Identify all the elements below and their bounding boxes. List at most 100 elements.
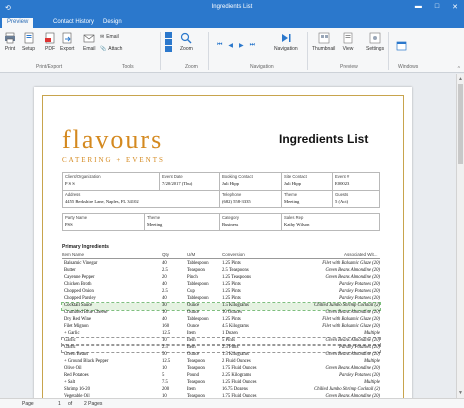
tab-preview[interactable]: Preview (2, 18, 34, 28)
theme-label: Theme (284, 192, 298, 197)
minimize-button[interactable]: ▬ (415, 3, 422, 11)
setup-button[interactable]: Setup (22, 32, 35, 52)
table-row[interactable]: + Salt 7.5 Teaspoon 1.25 Fluid Ounces Multip… (62, 380, 380, 387)
table-row[interactable]: Crumbled Blue Cheese 10 Ounce 10 Ounces Gree… (62, 310, 380, 317)
zoom-button[interactable]: Zoom (180, 32, 193, 52)
theme-value: Meeting (284, 199, 300, 204)
prev-page-icon[interactable]: ◀ (228, 42, 233, 49)
vertical-scrollbar[interactable]: ▲ ▼ (456, 74, 464, 398)
table-row[interactable]: Chicken Broth 40 Tablespoon 1.25 Pints Parsl… (62, 282, 380, 289)
cell-associated: Multiple (364, 331, 380, 336)
next-page-icon[interactable]: ▶ (239, 42, 244, 49)
group-label-preview: Preview (340, 64, 358, 70)
magnifier-icon (181, 32, 192, 44)
cell-item-name: Balsamic Vinegar (64, 261, 98, 266)
table-row[interactable]: + Ground Black Pepper 12.5 Teaspoon 2 Fluid… (62, 359, 380, 366)
maximize-button[interactable]: □ (435, 3, 439, 11)
cell-um: Teaspoon (187, 268, 205, 273)
cell-item-name: Green Beans (64, 352, 89, 357)
table-row[interactable]: Garlic 10 Item 5 Pints Green Beans Almondine… (61, 337, 381, 346)
cell-qty: 2.5 (162, 268, 168, 273)
last-page-icon[interactable]: ⏭ (250, 42, 255, 49)
zoom-fit-icon[interactable] (165, 46, 172, 52)
table-row[interactable]: Cayenne Pepper 20 Pinch 1.25 Teaspoons Green… (62, 275, 380, 282)
table-row[interactable]: Balsamic Vinegar 40 Tablespoon 1.25 Pints Fi… (62, 261, 380, 268)
windows-button[interactable] (396, 40, 408, 54)
party-name-label: Party Name (65, 215, 88, 220)
tab-contact-history[interactable]: Contact History (48, 18, 99, 28)
email-button[interactable]: Email (83, 32, 96, 52)
scroll-thumb[interactable] (458, 84, 463, 164)
table-row[interactable]: Filet Mignon 160 Ounce 4.5 Kilograms Filet w… (62, 324, 380, 331)
cell-item-name: Crumbled Blue Cheese (64, 310, 108, 315)
cell-conversion: 1.25 Pints (222, 282, 241, 287)
email-small-icon: ✉ (100, 34, 105, 40)
zoom-out-icon[interactable] (165, 39, 172, 45)
email-small-button[interactable]: ✉ Email (100, 34, 119, 40)
collapse-ribbon-icon[interactable]: ^ (458, 66, 460, 72)
thumbnail-button[interactable]: Thumbnail (312, 32, 335, 52)
cell-um: Ounce (187, 310, 200, 315)
cell-um: Pinch (187, 275, 198, 280)
cell-item-name: Shrimp 16-20 (64, 387, 90, 392)
settings-button[interactable]: Settings (366, 32, 384, 52)
pdf-button[interactable]: PDF (44, 32, 56, 52)
cell-um: Ounce (187, 324, 200, 329)
view-button[interactable]: View (342, 32, 354, 52)
print-button[interactable]: Print (4, 32, 16, 52)
close-button[interactable]: ✕ (452, 3, 458, 11)
table-row[interactable]: Green Beans 50 Ounce 1.5 Kilograms Green Bea… (62, 352, 380, 359)
scroll-up-icon[interactable]: ▲ (458, 76, 463, 82)
cell-associated: Green Beans Almondine (20) (325, 268, 380, 273)
event-number-value: E00023 (335, 181, 350, 186)
table-row[interactable]: Chopped Onion 2.5 Cup 1.25 Pints Parsley Pot… (62, 289, 380, 296)
group-label-navigation: Navigation (250, 64, 274, 70)
cell-associated: Filet with Balsamic Glaze (20) (322, 261, 380, 266)
table-row[interactable]: Dry Red Wine 40 Tablespoon 1.25 Pints Filet … (62, 317, 380, 324)
column-header-qty: Qty (162, 252, 170, 257)
report-viewer[interactable]: flavours CATERING + EVENTS Ingredients L… (0, 74, 456, 398)
nav-buttons: ⏮ ◀ ▶ ⏭ (217, 42, 255, 49)
scroll-down-icon[interactable]: ▼ (458, 390, 463, 396)
booking-contact-label: Booking Contact (222, 174, 253, 179)
table-row[interactable]: Olive Oil 10 Teaspoon 1.75 Fluid Ounces Gree… (62, 366, 380, 373)
table-row[interactable]: Cocktail Sauce 30 Ounce 1.5 Kilograms Chille… (61, 302, 381, 311)
cell-qty: 5 (162, 373, 165, 378)
cell-associated: Filet with Balsamic Glaze (20) (322, 317, 380, 322)
zoom-in-icon[interactable] (165, 32, 172, 38)
table-row[interactable]: Chopped Parsley 40 Tablespoon 1.25 Pints Par… (62, 296, 380, 303)
page-setup-icon (24, 32, 33, 44)
navigation-icon (281, 34, 291, 42)
table-row[interactable]: Butter 2.5 Teaspoon 2.5 Teaspoons Green Bean… (62, 268, 380, 275)
cell-conversion: 1.75 Fluid Ounces (222, 366, 257, 371)
cell-qty: 20 (162, 275, 167, 280)
table-row[interactable]: + Garlic 12.5 Item 1 Dozen Multiple (62, 331, 380, 338)
guests-label: Guests (335, 192, 349, 197)
cell-item-name: Chicken Broth (64, 282, 92, 287)
client-value: P S S (65, 181, 75, 186)
cell-conversion: 10 Ounces (222, 310, 242, 315)
cell-conversion: 1.25 Teaspoons (222, 275, 252, 280)
cell-conversion: 4.5 Kilograms (222, 324, 249, 329)
cell-qty: 12.5 (162, 331, 171, 336)
navigation-button[interactable]: Navigation (274, 32, 298, 52)
table-row[interactable]: Garlic 2.5 Item 2.5 Pints Parsley Potatoes (… (61, 344, 381, 353)
party-info-box (62, 213, 380, 231)
table-row[interactable]: Shrimp 16-20 200 Item 16.75 Dozens Chilled J… (62, 387, 380, 394)
window-title: Ingredients List (211, 4, 253, 10)
cell-um: Item (187, 331, 196, 336)
cell-conversion: 1.5 Kilograms (222, 352, 249, 357)
table-row[interactable]: Red Potatoes 5 Pound 2.25 Kilograms Parsley … (62, 373, 380, 380)
event-date-value: 7/20/2017 (Thu) (162, 181, 193, 186)
tab-design[interactable]: Design (98, 18, 127, 28)
party-name-value: PSS (65, 222, 73, 227)
cell-conversion: 1.25 Pints (222, 261, 241, 266)
page-number-input[interactable]: 1 (58, 401, 61, 407)
cell-qty: 7.5 (162, 380, 168, 385)
export-button[interactable]: Export (60, 32, 74, 52)
attach-button[interactable]: 📎 Attach (100, 46, 122, 52)
company-logo: flavours CATERING + EVENTS (62, 125, 165, 164)
address-label: Address (65, 192, 81, 197)
site-contact-value: Juli Hipp (284, 181, 301, 186)
first-page-icon[interactable]: ⏮ (217, 42, 222, 49)
